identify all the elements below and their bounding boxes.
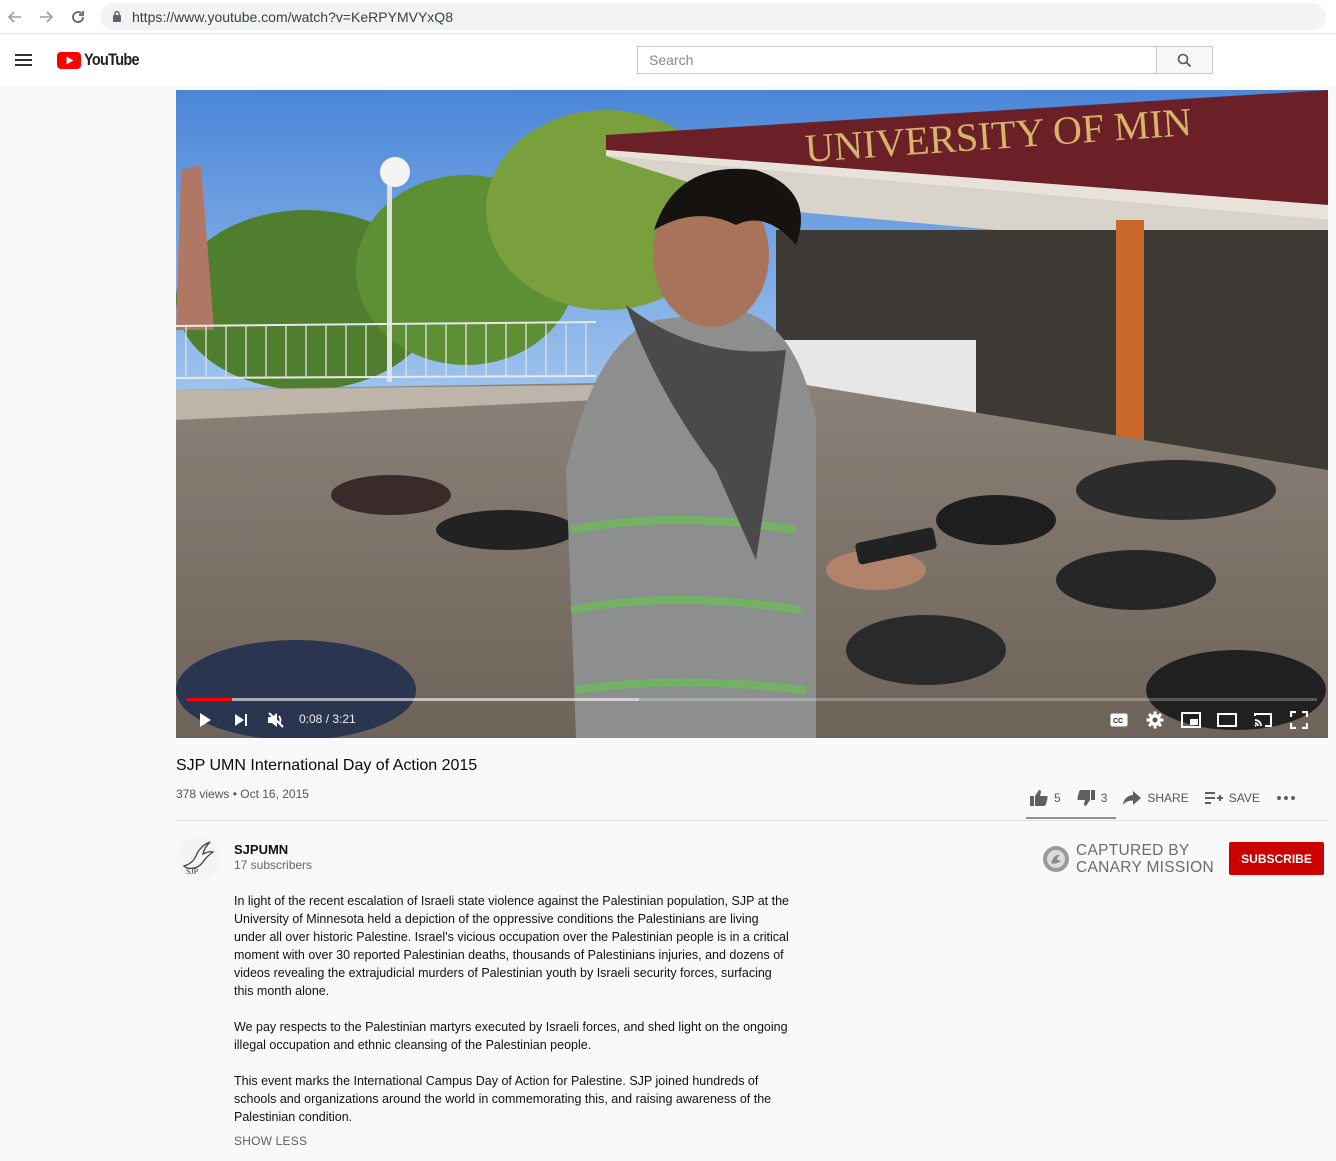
video-player[interactable]: UNIVERSITY OF MIN 0:08 / 3:21 CC bbox=[176, 90, 1328, 738]
gear-icon bbox=[1146, 711, 1164, 729]
watermark-line-1: CAPTURED BY bbox=[1076, 842, 1190, 859]
reload-icon[interactable] bbox=[66, 5, 90, 29]
canary-mission-watermark: CAPTURED BY CANARY MISSION bbox=[1042, 842, 1214, 876]
next-button[interactable] bbox=[229, 708, 253, 732]
lock-icon bbox=[112, 9, 122, 25]
cast-icon bbox=[1254, 713, 1272, 727]
cast-button[interactable] bbox=[1251, 708, 1275, 732]
logo-text: YouTube bbox=[84, 50, 140, 69]
description-paragraph: We pay respects to the Palestinian marty… bbox=[234, 1020, 788, 1052]
save-button[interactable]: SAVE bbox=[1204, 791, 1260, 805]
volume-muted-icon bbox=[268, 712, 284, 728]
svg-text:CC: CC bbox=[1113, 718, 1123, 725]
dove-logo-icon: SJP bbox=[182, 841, 215, 876]
watermark-text: CAPTURED BY CANARY MISSION bbox=[1076, 842, 1214, 876]
like-button[interactable]: 5 bbox=[1030, 790, 1061, 806]
youtube-play-logo-icon bbox=[57, 51, 81, 69]
search-box bbox=[637, 46, 1213, 74]
thumbs-down-icon bbox=[1077, 790, 1095, 806]
subscriber-count: 17 subscribers bbox=[234, 858, 313, 872]
progress-played bbox=[187, 698, 233, 701]
video-title: SJP UMN International Day of Action 2015 bbox=[176, 757, 478, 774]
skip-next-icon bbox=[235, 714, 247, 726]
more-horizontal-icon bbox=[1276, 796, 1295, 800]
like-ratio-bar bbox=[1026, 817, 1116, 819]
search-input[interactable] bbox=[637, 46, 1156, 74]
dislike-count: 3 bbox=[1100, 791, 1108, 805]
search-icon bbox=[1177, 53, 1192, 67]
theater-mode-icon bbox=[1217, 713, 1237, 727]
canary-mission-logo-icon bbox=[1043, 846, 1069, 872]
play-icon bbox=[200, 713, 211, 727]
video-actions: 5 3 SHARE SAVE bbox=[1030, 786, 1318, 810]
save-label: SAVE bbox=[1228, 791, 1260, 805]
theater-mode-button[interactable] bbox=[1215, 708, 1239, 732]
subscribe-button[interactable]: SUBSCRIBE bbox=[1229, 842, 1324, 875]
url-text: https://www.youtube.com/watch?v=KeRPYMVY… bbox=[132, 8, 453, 25]
more-actions-button[interactable] bbox=[1276, 795, 1302, 801]
progress-buffered bbox=[187, 698, 639, 701]
watermark-line-2: CANARY MISSION bbox=[1076, 859, 1214, 876]
description-paragraph: In light of the recent escalation of Isr… bbox=[234, 894, 789, 998]
video-description: In light of the recent escalation of Isr… bbox=[234, 892, 794, 1144]
hamburger-menu-icon[interactable] bbox=[14, 50, 34, 70]
playlist-add-icon bbox=[1204, 792, 1223, 804]
youtube-logo[interactable]: YouTube bbox=[57, 50, 149, 70]
address-bar[interactable]: https://www.youtube.com/watch?v=KeRPYMVY… bbox=[100, 3, 1326, 30]
time-display: 0:08 / 3:21 bbox=[299, 712, 356, 726]
forward-arrow-icon[interactable] bbox=[34, 5, 58, 29]
channel-avatar[interactable]: SJP bbox=[176, 836, 220, 880]
channel-name[interactable]: SJPUMN bbox=[234, 842, 288, 857]
closed-captions-icon: CC bbox=[1110, 713, 1128, 727]
fullscreen-button[interactable] bbox=[1287, 708, 1311, 732]
divider bbox=[176, 820, 1328, 821]
youtube-header: YouTube bbox=[0, 35, 1336, 86]
miniplayer-icon bbox=[1181, 712, 1201, 728]
fullscreen-icon bbox=[1290, 711, 1308, 729]
share-label: SHARE bbox=[1147, 791, 1189, 805]
video-meta: 378 views • Oct 16, 2015 bbox=[176, 787, 309, 801]
back-arrow-icon[interactable] bbox=[3, 5, 27, 29]
captions-button[interactable]: CC bbox=[1107, 708, 1131, 732]
play-button[interactable] bbox=[193, 708, 217, 732]
miniplayer-button[interactable] bbox=[1179, 708, 1203, 732]
video-frame: UNIVERSITY OF MIN bbox=[176, 90, 1328, 738]
thumbs-up-icon bbox=[1030, 790, 1048, 806]
settings-button[interactable] bbox=[1143, 708, 1167, 732]
show-less-button[interactable]: SHOW LESS bbox=[234, 1134, 307, 1148]
progress-bar[interactable] bbox=[187, 698, 1317, 701]
svg-text:SJP: SJP bbox=[186, 867, 199, 876]
share-button[interactable]: SHARE bbox=[1123, 791, 1189, 805]
mute-button[interactable] bbox=[264, 708, 288, 732]
dislike-button[interactable]: 3 bbox=[1077, 790, 1108, 806]
search-button[interactable] bbox=[1156, 46, 1213, 74]
share-arrow-icon bbox=[1123, 791, 1142, 805]
like-count: 5 bbox=[1054, 791, 1061, 805]
player-controls: 0:08 / 3:21 CC bbox=[176, 706, 1328, 734]
description-paragraph: This event marks the International Campu… bbox=[234, 1074, 772, 1124]
browser-toolbar: https://www.youtube.com/watch?v=KeRPYMVY… bbox=[0, 0, 1336, 34]
